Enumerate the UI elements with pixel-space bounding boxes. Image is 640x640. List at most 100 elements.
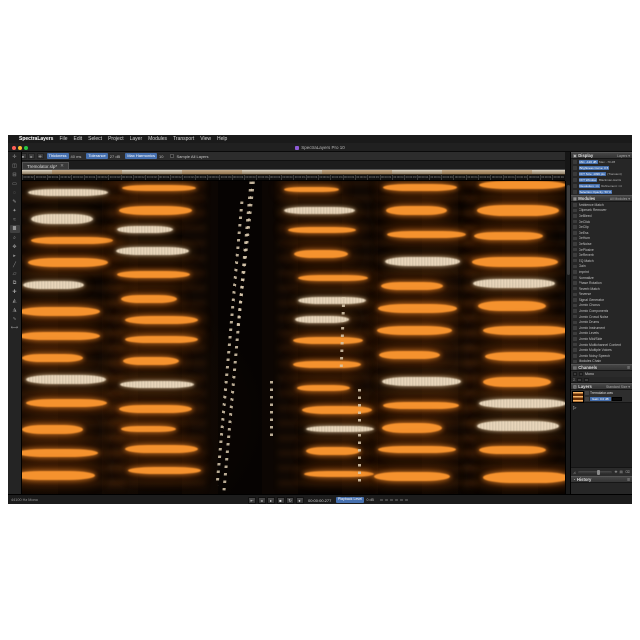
heal-tool[interactable]: ✚ (10, 288, 20, 296)
menu-item-project[interactable]: Project (108, 135, 124, 143)
zoom-control-dot[interactable] (380, 499, 383, 502)
tool-option-value[interactable]: 10 (159, 154, 163, 159)
layer-item[interactable]: Tremolator.wav Gain: 0.0 dB (571, 390, 632, 403)
merge-layers-icon[interactable]: ▤ (620, 470, 623, 474)
clone-stamp-tool[interactable]: ⧉ (10, 279, 20, 287)
layers-size-dropdown[interactable]: Standard Size ▾ (606, 385, 630, 389)
tool-option-chip[interactable]: Max Harmonics (125, 153, 157, 159)
ruler-tick: 00:00:04.140 (441, 175, 453, 180)
zoom-control-dot[interactable] (405, 499, 408, 502)
spectrogram-canvas[interactable] (22, 181, 565, 494)
menu-item-file[interactable]: File (59, 135, 67, 143)
layers-panel-header[interactable]: ▧ Layers Standard Size ▾ (571, 383, 632, 390)
magic-wand-tool[interactable]: ✦ (10, 207, 20, 215)
menu-items: File Edit Select Project Layer Modules Transpo… (59, 135, 227, 143)
bottom-status-bar: 44100 Hz Mono ⇤◂▸■↻● 00:00:00.277 Playba… (8, 494, 632, 504)
brush-selection-tool[interactable]: ✎ (10, 198, 20, 206)
lasso-selection-tool[interactable]: ◌ (10, 189, 20, 197)
modules-panel-header[interactable]: ▦ Modules All Modules ▾ (571, 195, 632, 202)
history-panel-menu-icon[interactable]: ☰ (627, 478, 630, 482)
sum-icon[interactable]: Σ (573, 377, 575, 382)
channel-select-button[interactable] (573, 372, 577, 376)
display-row-chip[interactable]: Min: -120 dB (579, 160, 598, 165)
time-selection-tool[interactable]: ◫ (10, 162, 20, 170)
tab-active-project[interactable]: Tremolator.slp* ✕ (22, 162, 69, 169)
menu-item-modules[interactable]: Modules (148, 135, 167, 143)
transport-button-0[interactable]: ⇤ (248, 497, 256, 504)
tool-option-chip[interactable]: Tolerance (86, 153, 107, 159)
toolbar-nav-button-3[interactable]: ✛ (37, 153, 44, 159)
toolbar-nav-button-2[interactable]: ▸ (28, 153, 35, 159)
menu-item-select[interactable]: Select (88, 135, 102, 143)
zoom-control-dot[interactable] (395, 499, 398, 502)
transport-button-2[interactable]: ▸ (267, 497, 275, 504)
harmonics-selection-tool[interactable]: ≣ (10, 225, 20, 233)
display-mode-dropdown[interactable]: Layers ▾ (617, 154, 630, 158)
layer-edit-icon[interactable] (585, 397, 589, 401)
display-row-chip[interactable]: FFT Window (579, 178, 598, 183)
channels-panel-menu-icon[interactable]: ☰ (627, 366, 630, 370)
channel-mute-button[interactable] (579, 372, 583, 376)
modules-filter-dropdown[interactable]: All Modules ▾ (610, 197, 630, 201)
layers-empty-area[interactable]: ▷ (571, 403, 632, 467)
channels-panel-header[interactable]: ▤ Channels ☰ (571, 364, 632, 371)
display-row-chip[interactable]: Resolution: ×1 (579, 184, 600, 189)
layer-volume-slider-thumb[interactable] (597, 470, 600, 475)
sample-all-layers-checkbox[interactable] (170, 154, 174, 158)
zoom-tool[interactable]: ⌕ (10, 234, 20, 242)
measure-tool[interactable]: ⟷ (10, 324, 20, 332)
display-row-chip[interactable]: Selection Opacity: 50 % (579, 190, 613, 195)
history-panel-header[interactable]: ◔ History ☰ (571, 476, 632, 483)
module-icon (573, 231, 577, 235)
display-panel-header[interactable]: ▣ Display Layers ▾ (571, 152, 632, 159)
hand-tool[interactable]: ✥ (10, 243, 20, 251)
menu-app-name[interactable]: SpectraLayers (19, 135, 53, 143)
layer-visibility-icon[interactable] (585, 391, 589, 395)
transport-button-5[interactable]: ● (296, 497, 304, 504)
timecode-display[interactable]: 00:00:00.277 (308, 498, 331, 503)
tool-option-value[interactable]: 40 ms (71, 154, 82, 159)
play-tool[interactable]: ▸ (10, 252, 20, 260)
zoom-control-dot[interactable] (400, 499, 403, 502)
layer-volume-slider[interactable] (578, 471, 612, 474)
spectro-harmonic-bar (306, 447, 359, 454)
playback-level-chip[interactable]: Playback Level (336, 497, 364, 503)
menu-item-layer[interactable]: Layer (130, 135, 143, 143)
display-row-chip[interactable]: Brightness Curve: 0.5 (579, 166, 610, 171)
layer-name[interactable]: Tremolator.wav (590, 391, 632, 395)
similarity-selection-tool[interactable]: ≈ (10, 216, 20, 224)
module-icon (573, 220, 577, 224)
transport-button-4[interactable]: ↻ (286, 497, 294, 504)
spectro-harmonic-bar (284, 187, 339, 193)
attenuate-tool[interactable]: ◮ (10, 306, 20, 314)
zoom-control-dot[interactable] (385, 499, 388, 502)
pencil-tool[interactable]: ∿ (10, 315, 20, 323)
erase-tool[interactable]: ▱ (10, 270, 20, 278)
transport-button-3[interactable]: ■ (277, 497, 285, 504)
spectro-harmonic-bar (377, 326, 452, 334)
menu-item-help[interactable]: Help (217, 135, 227, 143)
display-row-chip[interactable]: FFT Size: 4096 pts (579, 172, 606, 177)
tool-option-value[interactable]: 27 dB (110, 154, 120, 159)
layer-gain-chip[interactable]: Gain: 0.0 dB (590, 397, 611, 402)
zoom-control-dot[interactable] (390, 499, 393, 502)
add-layer-icon[interactable]: ✚ (614, 470, 617, 474)
draw-tool[interactable]: ╱ (10, 261, 20, 269)
delete-layer-icon[interactable]: ⌫ (625, 470, 630, 474)
spectro-harmonic-bar (483, 377, 551, 387)
playback-level-value[interactable]: 0 dB (367, 498, 374, 502)
spectro-harmonic-bar (288, 227, 356, 233)
layer-thumbnail[interactable] (572, 391, 584, 403)
module-label: DeNoise (579, 242, 592, 246)
frequency-selection-tool[interactable]: ⊟ (10, 171, 20, 179)
rectangle-selection-tool[interactable]: ▭ (10, 180, 20, 188)
transform-tool[interactable]: ✛ (10, 153, 20, 161)
menu-item-view[interactable]: View (200, 135, 211, 143)
tool-option-chip[interactable]: Thickness (47, 153, 69, 159)
zoom-controls[interactable] (380, 499, 408, 502)
menu-item-transport[interactable]: Transport (173, 135, 194, 143)
menu-item-edit[interactable]: Edit (74, 135, 83, 143)
transport-button-1[interactable]: ◂ (258, 497, 266, 504)
spectro-harmonic-bar (379, 351, 440, 359)
amplify-tool[interactable]: ◭ (10, 297, 20, 305)
